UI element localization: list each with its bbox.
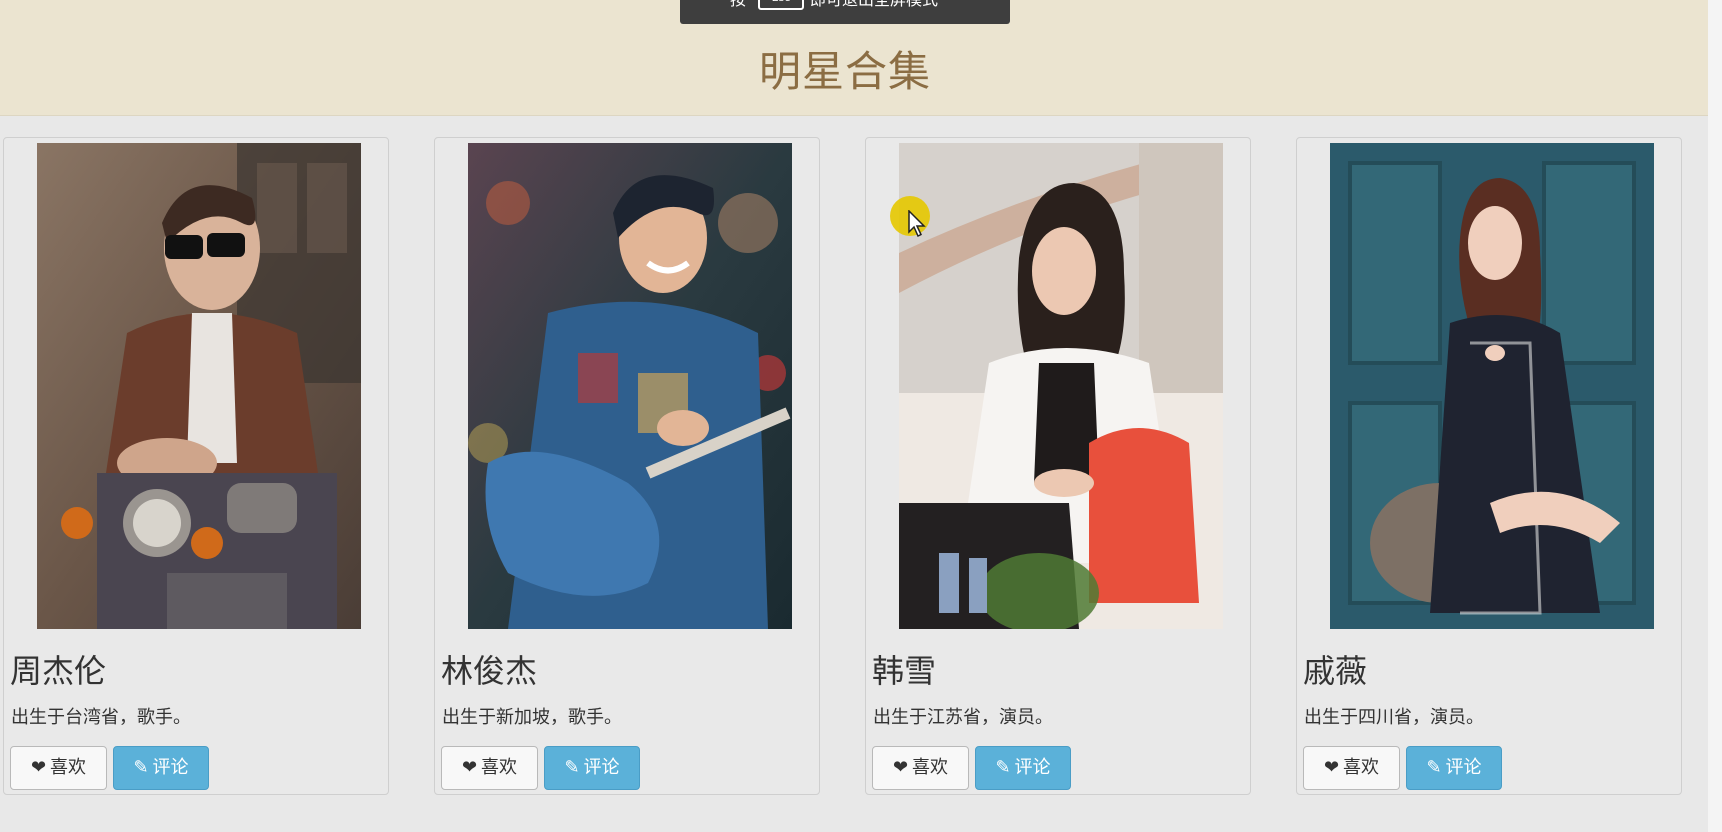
pencil-icon: ✎ — [133, 757, 149, 778]
comment-button[interactable]: ✎ 评论 — [975, 746, 1071, 790]
like-button[interactable]: ❤ 喜欢 — [872, 746, 969, 790]
comment-button[interactable]: ✎ 评论 — [544, 746, 640, 790]
star-description: 出生于新加坡，歌手。 — [442, 707, 622, 728]
comment-label: 评论 — [583, 757, 620, 778]
toast-suffix: 即可退出全屏模式 — [810, 0, 938, 8]
like-label: 喜欢 — [481, 757, 518, 778]
star-photo[interactable] — [37, 143, 361, 629]
cursor-highlight — [890, 196, 930, 238]
star-name: 林俊杰 — [441, 652, 538, 690]
heart-icon: ❤ — [30, 757, 47, 778]
like-label: 喜欢 — [50, 757, 87, 778]
comment-label: 评论 — [1445, 757, 1482, 778]
star-card: 戚薇 出生于四川省，演员。 ❤ 喜欢 ✎ 评论 — [1296, 137, 1682, 795]
star-description: 出生于四川省，演员。 — [1304, 707, 1484, 728]
star-photo[interactable] — [468, 143, 792, 629]
like-label: 喜欢 — [1343, 757, 1380, 778]
star-card: 林俊杰 出生于新加坡，歌手。 ❤ 喜欢 ✎ 评论 — [434, 137, 820, 795]
pencil-icon: ✎ — [564, 757, 580, 778]
mouse-pointer-icon — [908, 210, 926, 238]
comment-button[interactable]: ✎ 评论 — [113, 746, 209, 790]
pencil-icon: ✎ — [1426, 757, 1442, 778]
pencil-icon: ✎ — [995, 757, 1011, 778]
star-name: 戚薇 — [1303, 652, 1368, 690]
comment-label: 评论 — [152, 757, 189, 778]
star-photo[interactable] — [899, 143, 1223, 629]
comment-label: 评论 — [1014, 757, 1051, 778]
like-button[interactable]: ❤ 喜欢 — [1303, 746, 1400, 790]
like-label: 喜欢 — [912, 757, 949, 778]
star-description: 出生于台湾省，歌手。 — [11, 707, 191, 728]
heart-icon: ❤ — [1323, 757, 1340, 778]
like-button[interactable]: ❤ 喜欢 — [10, 746, 107, 790]
page-title: 明星合集 — [758, 47, 931, 96]
star-card: 周杰伦 出生于台湾省，歌手。 ❤ 喜欢 ✎ 评论 — [3, 137, 389, 795]
like-button[interactable]: ❤ 喜欢 — [441, 746, 538, 790]
heart-icon: ❤ — [892, 757, 909, 778]
toast-prefix: 按 — [730, 0, 746, 8]
heart-icon: ❤ — [461, 757, 478, 778]
star-photo[interactable] — [1330, 143, 1654, 629]
star-name: 周杰伦 — [10, 652, 107, 690]
toast-key: Esc — [758, 0, 804, 10]
star-name: 韩雪 — [872, 652, 937, 690]
star-description: 出生于江苏省，演员。 — [873, 707, 1053, 728]
comment-button[interactable]: ✎ 评论 — [1406, 746, 1502, 790]
scrollbar-track[interactable] — [1708, 0, 1722, 832]
fullscreen-toast: 按 Esc 即可退出全屏模式 — [680, 0, 1010, 24]
